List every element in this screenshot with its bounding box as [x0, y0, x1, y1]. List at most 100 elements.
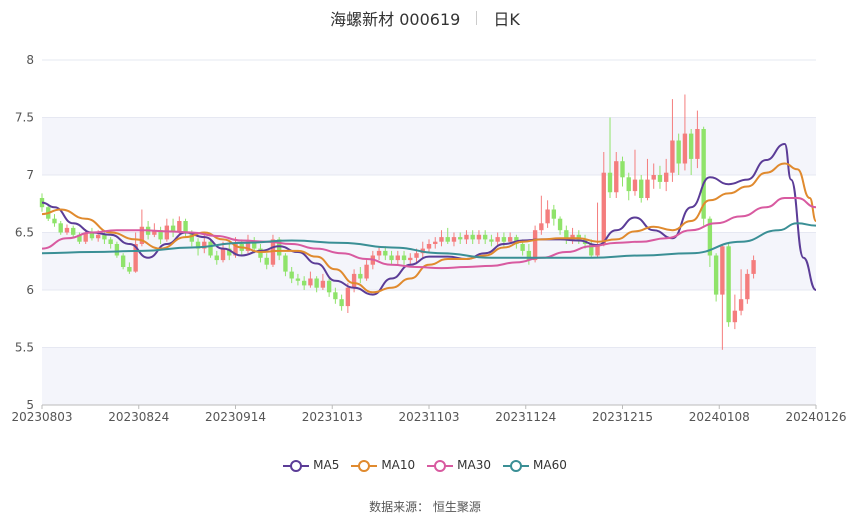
candle-body	[433, 241, 438, 244]
candle-body	[489, 239, 494, 242]
candle-body	[389, 255, 394, 261]
candle-body	[601, 172, 606, 244]
candle-body	[264, 257, 269, 265]
legend-item-ma30[interactable]: MA30	[427, 458, 491, 473]
candle-body	[688, 133, 694, 159]
y-tick-label: 6	[26, 283, 34, 297]
y-tick-label: 7	[26, 168, 34, 182]
candle-body	[470, 234, 475, 240]
candle-body	[295, 278, 301, 281]
legend-marker-icon	[503, 459, 530, 472]
candle-body	[751, 260, 756, 274]
candle-body	[451, 237, 457, 242]
candle-body	[738, 299, 744, 311]
candle-body	[326, 280, 332, 293]
candle	[639, 175, 644, 203]
legend-label: MA10	[381, 458, 416, 473]
candle-body	[639, 179, 644, 198]
candle-body	[183, 221, 188, 233]
candle-body	[482, 234, 488, 240]
candle	[539, 195, 544, 235]
legend-item-ma10[interactable]: MA10	[351, 458, 415, 473]
x-tick-label: 20240108	[689, 410, 750, 424]
candle-body	[626, 177, 631, 192]
x-tick-label: 20231215	[592, 410, 653, 424]
candle-body	[408, 257, 413, 261]
candle-body	[670, 140, 675, 173]
candle-body	[345, 287, 351, 307]
candle	[164, 218, 170, 242]
candle-body	[414, 253, 419, 258]
candle-body	[358, 273, 363, 279]
grid-band	[42, 347, 816, 405]
x-tick-label: 20230824	[108, 410, 169, 424]
candle-body	[333, 292, 338, 300]
candle-body	[108, 239, 113, 244]
candle-body	[507, 237, 513, 242]
candle-body	[557, 218, 563, 231]
chart-legend: MA5 MA10 MA30 MA60	[0, 458, 850, 473]
candle	[726, 244, 731, 327]
data-source: 数据来源： 恒生聚源	[369, 500, 481, 514]
legend-label: MA5	[313, 458, 340, 473]
candle-body	[532, 230, 538, 261]
candle-body	[301, 280, 307, 286]
x-tick-label: 20231124	[495, 410, 556, 424]
legend-item-ma60[interactable]: MA60	[503, 458, 567, 473]
candle	[732, 294, 738, 330]
candle-body	[401, 255, 407, 261]
candle	[670, 99, 675, 182]
candle-body	[120, 255, 126, 267]
candle-body	[445, 237, 450, 242]
candle-body	[614, 161, 619, 193]
candle-body	[657, 175, 663, 182]
candle	[595, 202, 600, 258]
y-tick-label: 8	[26, 53, 34, 67]
candle	[339, 294, 344, 311]
x-tick-label: 20231013	[302, 410, 363, 424]
candlestick-chart: 55.566.577.5820230803 20230824 20230914 202…	[11, 53, 846, 424]
x-tick-label: 20230803	[11, 410, 72, 424]
candle	[52, 214, 57, 227]
candle-body	[745, 273, 750, 300]
legend-item-ma5[interactable]: MA5	[283, 458, 339, 473]
candle-body	[676, 140, 681, 164]
candle-body	[695, 129, 700, 159]
candle-body	[208, 241, 213, 256]
candle	[120, 253, 126, 270]
candle-body	[682, 133, 688, 164]
candle	[326, 278, 332, 297]
candle-body	[545, 209, 550, 224]
x-tick-label: 20231103	[398, 410, 459, 424]
legend-marker-icon	[427, 459, 454, 472]
candle-body	[632, 179, 638, 192]
x-tick-label: 20240126	[785, 410, 846, 424]
candle-body	[395, 255, 400, 261]
candle-body	[214, 255, 219, 261]
candle	[701, 126, 706, 226]
candle-body	[501, 237, 507, 242]
candle-body	[64, 227, 70, 233]
legend-label: MA60	[533, 458, 567, 473]
candle-body	[351, 273, 357, 288]
candle-body	[220, 248, 226, 261]
candle	[720, 244, 725, 350]
candle	[745, 269, 750, 304]
candle-body	[289, 271, 294, 279]
candle-body	[720, 246, 725, 295]
candle-body	[464, 234, 469, 240]
candle-body	[476, 234, 482, 240]
candle	[545, 200, 550, 228]
candle-body	[58, 223, 63, 233]
candle-body	[52, 218, 57, 224]
candle-body	[114, 244, 120, 256]
candle-body	[383, 250, 388, 256]
candle-body	[339, 299, 344, 307]
y-tick-label: 6.5	[15, 226, 34, 240]
candle-body	[177, 221, 182, 233]
y-tick-label: 7.5	[15, 111, 34, 125]
candle-body	[439, 237, 444, 242]
x-tick-label: 20230914	[205, 410, 266, 424]
candle-body	[726, 246, 731, 323]
candle-body	[314, 278, 319, 288]
